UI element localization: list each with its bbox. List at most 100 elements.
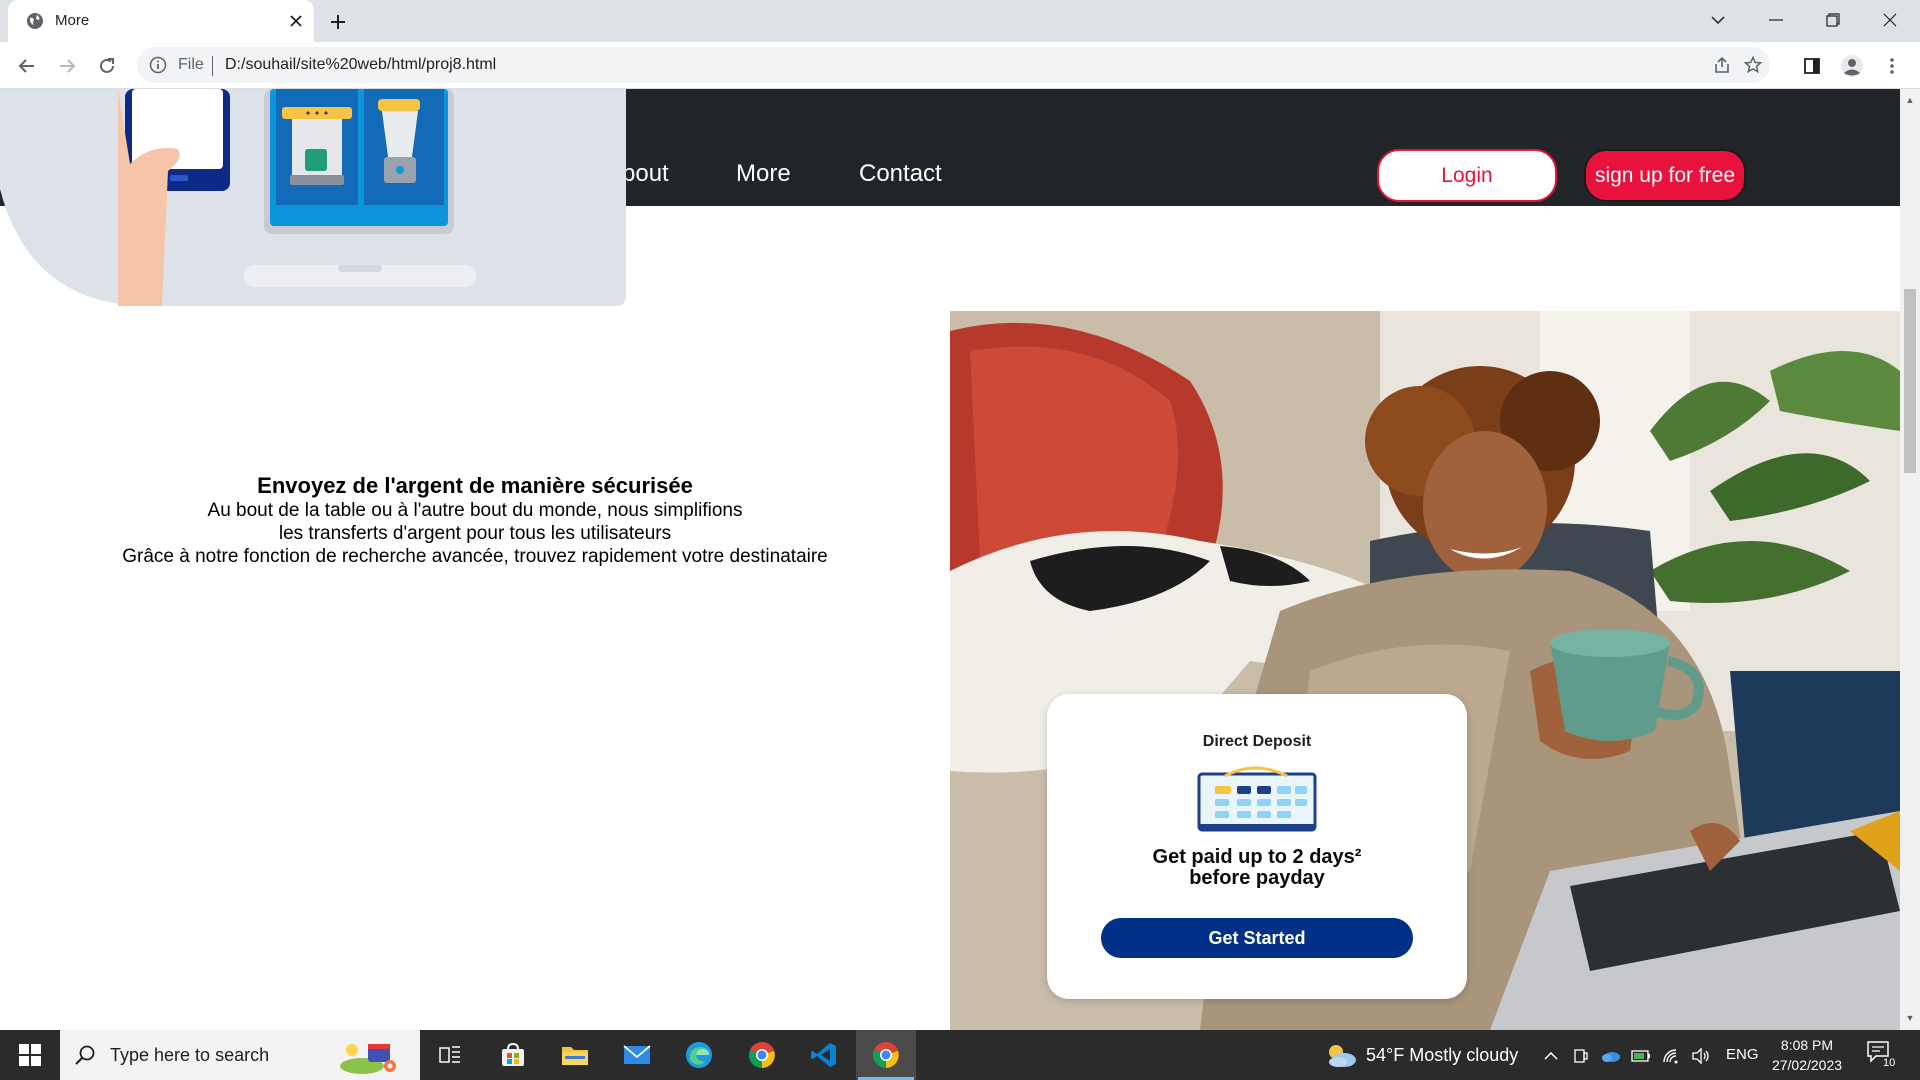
tray-device-icon[interactable]: [1570, 1045, 1592, 1067]
hero-text: Envoyez de l'argent de manière sécurisée…: [50, 473, 900, 568]
address-separator: [212, 56, 213, 76]
hero-line-1: Au bout de la table ou à l'autre bout du…: [207, 500, 743, 521]
login-button[interactable]: Login: [1377, 149, 1557, 202]
cloudy-icon: [1329, 1045, 1356, 1067]
page-scrollbar[interactable]: ▲ ▼: [1900, 89, 1920, 1030]
start-button[interactable]: [0, 1030, 60, 1080]
search-highlight-icon: [340, 1044, 396, 1074]
cloud-sync-icon: [1602, 1052, 1620, 1062]
share-button[interactable]: [1708, 51, 1736, 79]
mail-app[interactable]: [607, 1030, 667, 1080]
more-vertical-icon: [1890, 58, 1894, 74]
card-label: Direct Deposit: [1202, 733, 1312, 750]
get-started-button[interactable]: Get Started: [1101, 918, 1413, 958]
globe-icon: [27, 13, 43, 29]
new-tab-button[interactable]: [324, 8, 352, 36]
action-center-button[interactable]: 10: [1866, 1040, 1898, 1070]
scroll-up-arrow-icon[interactable]: ▲: [1905, 95, 1915, 105]
chrome-icon: [749, 1042, 775, 1068]
address-url[interactable]: D:/souhail/site%20web/html/proj8.html: [225, 56, 496, 74]
close-icon: [1883, 13, 1897, 27]
tablet-icon: [1574, 1049, 1588, 1063]
side-panel-icon: [1804, 58, 1820, 74]
weather-text: 54°F Mostly cloudy: [1366, 1045, 1519, 1065]
browser-toolbar: File D:/souhail/site%20web/html/proj8.ht…: [0, 42, 1920, 89]
wifi-icon: [1663, 1049, 1678, 1064]
scroll-down-arrow-icon[interactable]: ▼: [1905, 1013, 1915, 1023]
share-icon: [1715, 56, 1729, 73]
forward-button[interactable]: [51, 50, 83, 82]
wifi-tray-icon[interactable]: [1660, 1045, 1682, 1067]
file-explorer-app[interactable]: [545, 1030, 605, 1080]
nav-link-more[interactable]: More: [736, 160, 791, 188]
weather-widget[interactable]: 54°F Mostly cloudy: [1320, 1030, 1530, 1080]
menu-button[interactable]: [1876, 50, 1908, 82]
browser-tabstrip: More: [0, 0, 1920, 42]
chrome-app[interactable]: [732, 1030, 792, 1080]
page-viewport: bout More Contact Login sign up for free: [0, 89, 1900, 1030]
vscode-app[interactable]: [794, 1030, 854, 1080]
address-bar[interactable]: File D:/souhail/site%20web/html/proj8.ht…: [137, 47, 1770, 83]
volume-tray-icon[interactable]: [1690, 1045, 1712, 1067]
reload-button[interactable]: [91, 50, 123, 82]
profile-icon: [1841, 55, 1863, 77]
tab-search-button[interactable]: [1690, 0, 1746, 40]
nav-link-contact[interactable]: Contact: [859, 160, 942, 188]
chrome-icon: [873, 1042, 899, 1068]
battery-tray-icon[interactable]: [1630, 1045, 1652, 1067]
card-heading-line-1: Get paid up to 2 days²: [1152, 846, 1362, 868]
close-icon[interactable]: [284, 9, 308, 33]
star-icon: [1744, 56, 1762, 74]
scrollbar-thumb[interactable]: [1904, 289, 1916, 473]
plus-icon: [331, 15, 345, 29]
speaker-icon: [1692, 1048, 1709, 1064]
chevron-down-icon: [1711, 16, 1725, 25]
side-panel-button[interactable]: [1796, 50, 1828, 82]
tab-title: More: [55, 12, 90, 29]
hero-line-3: Grâce à notre fonction de recherche avan…: [122, 546, 828, 567]
minimize-icon: [1769, 19, 1783, 21]
windows-taskbar: Type here to search 54°F Mostly cloudy E…: [0, 1030, 1920, 1080]
clock-date: 27/02/2023: [1771, 1057, 1843, 1073]
chevron-up-icon: [1544, 1051, 1558, 1060]
microsoft-store-app[interactable]: [483, 1030, 543, 1080]
task-view-icon: [439, 1046, 460, 1063]
onedrive-tray-icon[interactable]: [1600, 1045, 1622, 1067]
language-indicator[interactable]: ENG: [1726, 1046, 1759, 1063]
mail-icon: [623, 1045, 651, 1064]
back-button[interactable]: [11, 50, 43, 82]
address-scheme-label: File: [178, 56, 204, 73]
profile-button[interactable]: [1836, 50, 1868, 82]
chrome-app-active[interactable]: [856, 1030, 916, 1080]
minimize-button[interactable]: [1748, 0, 1804, 40]
arrow-right-icon: [60, 59, 76, 73]
taskbar-search-box[interactable]: Type here to search: [60, 1030, 420, 1080]
card-heading: Get paid up to 2 days² before payday: [1077, 847, 1437, 889]
edge-icon: [686, 1042, 712, 1068]
nav-link-about[interactable]: bout: [622, 160, 669, 188]
close-window-button[interactable]: [1862, 0, 1918, 40]
edge-app[interactable]: [669, 1030, 729, 1080]
hero-illustration: [0, 89, 626, 306]
show-hidden-icons-button[interactable]: [1540, 1045, 1562, 1067]
browser-tab[interactable]: More: [8, 0, 314, 42]
battery-icon: [1631, 1050, 1650, 1062]
folder-icon: [562, 1047, 588, 1065]
signup-button[interactable]: sign up for free: [1584, 149, 1746, 202]
hero-title: Envoyez de l'argent de manière sécurisée: [257, 473, 693, 498]
search-placeholder: Type here to search: [110, 1045, 270, 1065]
clock-time: 8:08 PM: [1780, 1037, 1834, 1053]
bookmark-button[interactable]: [1739, 51, 1767, 79]
store-icon: [502, 1042, 524, 1066]
card-heading-line-2: before payday: [1189, 867, 1325, 889]
info-icon[interactable]: [149, 56, 167, 74]
restore-button[interactable]: [1805, 0, 1861, 40]
system-clock[interactable]: 8:08 PM 27/02/2023: [1762, 1035, 1852, 1075]
vscode-icon: [811, 1043, 836, 1067]
reload-icon: [100, 58, 114, 73]
restore-icon: [1826, 13, 1840, 27]
task-view-button[interactable]: [420, 1030, 480, 1080]
calendar-icon: [1197, 766, 1317, 832]
direct-deposit-card: Direct Deposit Get paid up to 2 days² be…: [1047, 694, 1467, 999]
windows-logo-icon: [19, 1044, 41, 1066]
